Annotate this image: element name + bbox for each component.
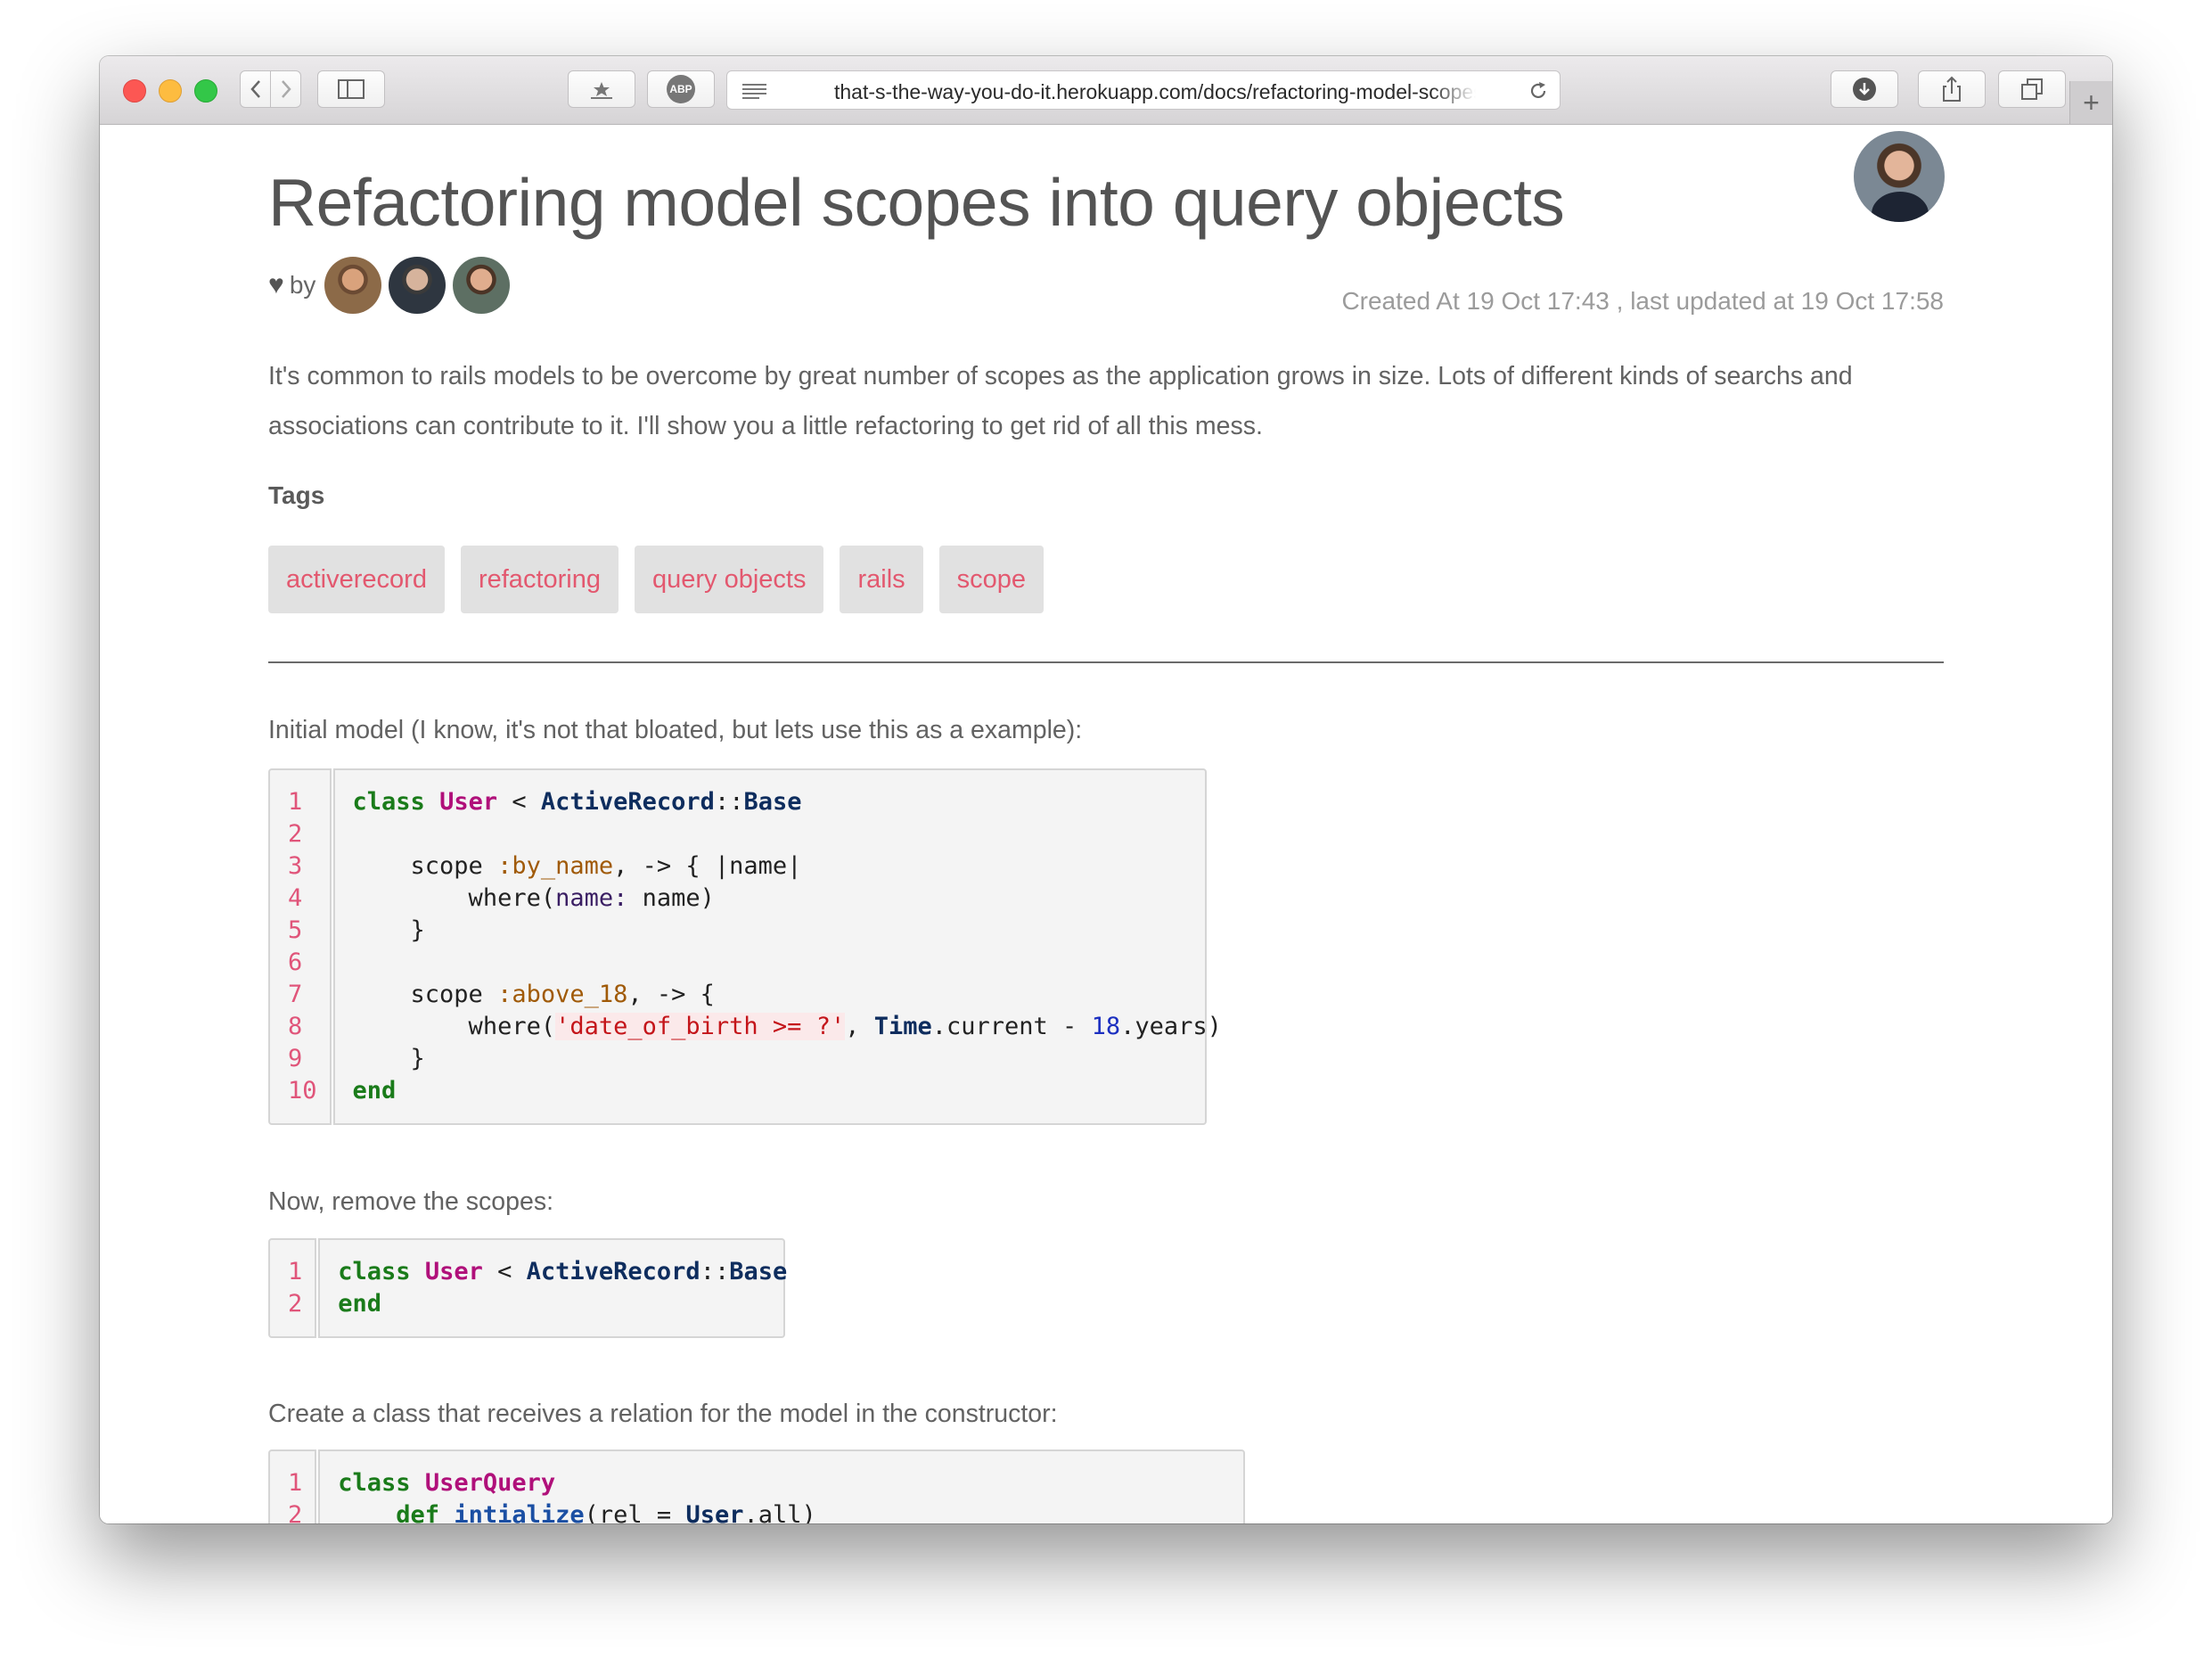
reload-icon[interactable]: [1528, 80, 1549, 102]
code-line: where('date_of_birth >= ?', Time.current…: [352, 1013, 1222, 1040]
tabs-overview-button[interactable]: [1998, 70, 2066, 108]
user-avatar[interactable]: [1854, 131, 1945, 222]
tag-list: activerecord refactoring query objects r…: [268, 546, 1045, 613]
forward-button[interactable]: [270, 70, 301, 108]
line-number: 1: [288, 1258, 303, 1285]
code-line: class User < ActiveRecord::Base: [338, 1258, 788, 1285]
browser-window: ABP that-s-the-way-you-do-it.herokuapp.c…: [100, 56, 2112, 1523]
code-block: 12 class User < ActiveRecord::Base end: [268, 1238, 788, 1338]
new-tab-icon: +: [2083, 86, 2100, 119]
back-icon: [250, 80, 260, 98]
url-text[interactable]: that-s-the-way-you-do-it.herokuapp.com/d…: [834, 80, 1476, 104]
share-button[interactable]: [1918, 70, 1986, 108]
bookmarks-icon: [591, 82, 612, 99]
page-title: Refactoring model scopes into query obje…: [268, 165, 1565, 240]
code-line: def intialize(rel = User.all): [396, 1501, 816, 1523]
line-number: 10: [288, 1077, 317, 1104]
tag-query-objects[interactable]: query objects: [634, 546, 824, 613]
sidebar-icon: [338, 79, 365, 99]
divider: [268, 661, 1944, 663]
code-line: class User < ActiveRecord::Base: [352, 788, 802, 816]
tags-heading: Tags: [268, 481, 325, 509]
line-number: 7: [288, 981, 303, 1008]
tag-scope[interactable]: scope: [938, 546, 1045, 613]
tag-activerecord[interactable]: activerecord: [268, 546, 445, 613]
line-number: 3: [288, 852, 303, 880]
address-bar[interactable]: that-s-the-way-you-do-it.herokuapp.com/d…: [726, 70, 1561, 110]
heart-icon[interactable]: ♥: [268, 270, 284, 300]
code-line: end: [352, 1077, 397, 1104]
close-window-button[interactable]: [123, 79, 146, 103]
reader-icon[interactable]: [741, 82, 768, 100]
zoom-window-button[interactable]: [194, 79, 217, 103]
tag-rails[interactable]: rails: [840, 546, 923, 613]
sidebar-button[interactable]: [317, 70, 385, 108]
line-numbers: 12: [268, 1238, 317, 1338]
adblock-icon: ABP: [667, 75, 695, 103]
line-number: 2: [288, 1501, 303, 1523]
code-content: class User < ActiveRecord::Baseend: [318, 1238, 788, 1338]
code-line: class UserQuery: [338, 1469, 556, 1497]
code-line: scope :above_18, -> {: [352, 981, 715, 1008]
share-icon: [1943, 76, 1961, 102]
line-numbers: 12: [268, 1449, 317, 1523]
bookmarks-button[interactable]: [568, 70, 635, 108]
contributor-avatar[interactable]: [324, 257, 382, 314]
code-line: where(name: name): [352, 884, 715, 912]
line-numbers: 1 2 3 4 5 6 7 8 9 10: [268, 768, 332, 1125]
back-button[interactable]: [240, 70, 271, 108]
line-number: 4: [288, 884, 303, 912]
line-number: 9: [288, 1045, 303, 1072]
doc-timestamps: Created At 19 Oct 17:43 , last updated a…: [1341, 287, 1944, 315]
doc-intro: It's common to rails models to be overco…: [268, 362, 1853, 440]
code-block: 12 class UserQuery def intialize(rel = U…: [268, 1449, 1246, 1523]
tag-refactoring[interactable]: refactoring: [460, 546, 619, 613]
line-number: 5: [288, 916, 303, 944]
contributor-avatar[interactable]: [389, 257, 446, 314]
code-line: }: [352, 1045, 425, 1072]
paragraph-create-class: Create a class that receives a relation …: [268, 1400, 1058, 1428]
code-line: scope :by_name, -> { |name|: [352, 852, 802, 880]
line-number: 6: [288, 948, 303, 976]
contributor-avatar[interactable]: [453, 257, 511, 314]
line-number: 1: [288, 1469, 303, 1497]
by-label: by: [289, 271, 316, 299]
tabs-icon: [2021, 78, 2043, 100]
paragraph-initial-model: Initial model (I know, it's not that blo…: [268, 716, 1083, 744]
minimize-window-button[interactable]: [159, 79, 182, 103]
line-number: 2: [288, 820, 303, 848]
browser-toolbar: ABP that-s-the-way-you-do-it.herokuapp.c…: [100, 56, 2112, 125]
new-tab-button[interactable]: +: [2069, 81, 2112, 124]
download-icon: [1853, 78, 1876, 101]
downloads-button[interactable]: [1831, 70, 1898, 108]
paragraph-remove-scopes: Now, remove the scopes:: [268, 1187, 553, 1216]
forward-icon: [281, 80, 291, 98]
likes-row: ♥ by: [268, 257, 517, 314]
code-block: 12345678910 class User < ActiveRecord::B…: [268, 768, 1222, 1125]
code-line: }: [352, 916, 425, 944]
line-number: 8: [288, 1013, 303, 1040]
line-number: 2: [288, 1290, 303, 1318]
line-number: 1: [288, 788, 303, 816]
code-content: class UserQuery def intialize(rel = User…: [318, 1449, 1246, 1523]
page-content: Refactoring model scopes into query obje…: [100, 125, 2112, 1523]
code-line: end: [338, 1290, 382, 1318]
adblock-button[interactable]: ABP: [647, 70, 715, 108]
code-content: class User < ActiveRecord::Base scope :b…: [332, 768, 1222, 1125]
